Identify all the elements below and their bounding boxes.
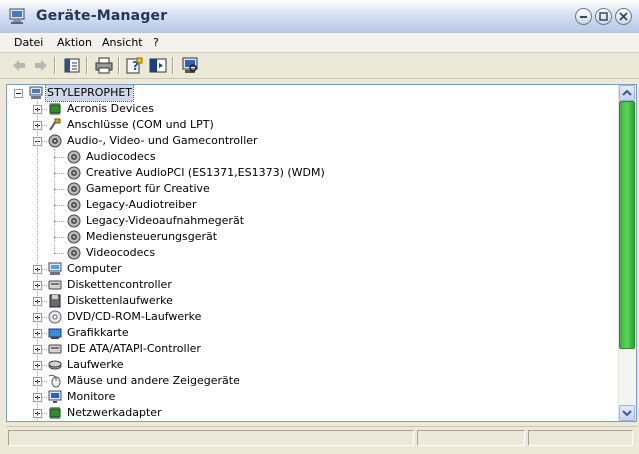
tree-connector <box>54 157 64 158</box>
tree-connector <box>54 173 64 174</box>
speaker-icon <box>67 166 81 180</box>
controller-icon <box>48 280 62 290</box>
tree-category-label: Mäuse und andere Zeigegeräte <box>67 374 240 387</box>
tree-connector <box>54 149 55 253</box>
help-icon[interactable] <box>148 56 168 75</box>
root-expander[interactable] <box>14 89 23 98</box>
status-pane-main <box>8 430 414 446</box>
toolbar-separator <box>86 57 88 74</box>
speaker-icon <box>67 198 81 212</box>
chip-icon <box>49 103 61 115</box>
title-bar[interactable]: Geräte-Manager <box>0 0 639 34</box>
show-hide-tree-icon[interactable] <box>62 56 82 75</box>
scroll-down-button[interactable] <box>619 405 635 421</box>
tree-device-label: Gameport für Creative <box>86 182 210 195</box>
tree-category-label: Acronis Devices <box>67 102 154 115</box>
toolbar-separator <box>54 57 56 74</box>
status-pane-3 <box>528 430 633 446</box>
close-icon <box>619 12 628 21</box>
tree-connector <box>54 221 64 222</box>
speaker-icon <box>67 230 81 244</box>
scroll-thumb[interactable] <box>619 101 635 349</box>
tree-category-label: DVD/CD-ROM-Laufwerke <box>67 310 202 323</box>
maximize-icon <box>599 12 608 21</box>
speaker-icon <box>67 150 81 164</box>
tree-category-label: Netzwerkadapter <box>67 406 162 419</box>
menu-bar: Datei Aktion Ansicht ? <box>0 33 639 53</box>
controller-icon <box>48 344 62 354</box>
chevron-up-icon <box>622 89 632 96</box>
window-title: Geräte-Manager <box>36 8 168 24</box>
speaker-icon <box>67 182 81 196</box>
tree-connector <box>54 237 64 238</box>
vertical-scrollbar[interactable] <box>618 85 636 421</box>
menu-datei[interactable]: Datei <box>14 36 43 49</box>
mouse-icon <box>48 374 61 388</box>
menu-ansicht[interactable]: Ansicht <box>102 36 143 49</box>
floppy-icon <box>49 294 61 308</box>
chip-icon <box>49 407 61 419</box>
device-tree-panel: STYLEPROPHET Acronis Devices Anschlüsse (… <box>6 84 637 422</box>
forward-icon[interactable] <box>31 56 51 75</box>
scroll-up-button[interactable] <box>619 85 635 101</box>
tree-connector <box>54 205 64 206</box>
properties-icon[interactable]: ? <box>124 56 144 75</box>
tree-device-label: Mediensteuerungsgerät <box>86 230 218 243</box>
tree-device-label: Audiocodecs <box>86 150 156 163</box>
print-icon[interactable] <box>94 56 114 75</box>
menu-help[interactable]: ? <box>153 36 159 49</box>
back-icon[interactable] <box>9 56 29 75</box>
toolbar: ? <box>0 53 639 79</box>
tree-device-label: Legacy-Audiotreiber <box>86 198 197 211</box>
computer-icon <box>29 86 43 99</box>
device-tree[interactable]: STYLEPROPHET Acronis Devices Anschlüsse (… <box>7 85 621 421</box>
tree-connector <box>54 253 64 254</box>
close-button[interactable] <box>615 8 632 25</box>
tree-connector <box>54 189 64 190</box>
minimize-icon <box>580 16 587 18</box>
tree-category-label: Monitore <box>67 390 116 403</box>
tree-root-label: STYLEPROPHET <box>44 85 135 102</box>
menu-aktion[interactable]: Aktion <box>57 36 92 49</box>
scan-hardware-icon[interactable] <box>180 56 200 75</box>
computer-icon <box>48 262 62 275</box>
tree-category-label: IDE ATA/ATAPI-Controller <box>67 342 201 355</box>
tree-category-label: Diskettencontroller <box>67 278 172 291</box>
tree-device-label: Legacy-Videoaufnahmegerät <box>86 214 245 227</box>
speaker-icon <box>67 214 81 228</box>
tree-connector <box>37 98 38 421</box>
tree-device-label: Videocodecs <box>86 246 156 259</box>
display-adapter-icon <box>48 328 62 339</box>
tree-category-label: Laufwerke <box>67 358 124 371</box>
disk-icon <box>48 360 62 370</box>
status-pane-2 <box>417 430 525 446</box>
tree-category-label: Computer <box>67 262 122 275</box>
toolbar-separator <box>172 57 174 74</box>
monitor-icon <box>48 390 62 403</box>
port-icon <box>49 118 61 131</box>
tree-category-label: Diskettenlaufwerke <box>67 294 173 307</box>
device-manager-icon <box>9 8 25 24</box>
cd-icon <box>48 310 62 324</box>
tree-category-label: Anschlüsse (COM und LPT) <box>67 118 214 131</box>
chevron-down-icon <box>622 410 632 417</box>
status-bar <box>6 426 637 449</box>
speaker-icon <box>67 246 81 260</box>
tree-category-label: Grafikkarte <box>67 326 129 339</box>
maximize-button[interactable] <box>595 8 612 25</box>
minimize-button[interactable] <box>575 8 592 25</box>
device-manager-window: Geräte-Manager Datei Aktion Ansicht ? ? … <box>0 0 639 454</box>
speaker-icon <box>48 134 62 148</box>
tree-device-label: Creative AudioPCI (ES1371,ES1373) (WDM) <box>86 166 325 179</box>
tree-category-label: Audio-, Video- und Gamecontroller <box>67 134 258 147</box>
toolbar-separator <box>118 57 120 74</box>
